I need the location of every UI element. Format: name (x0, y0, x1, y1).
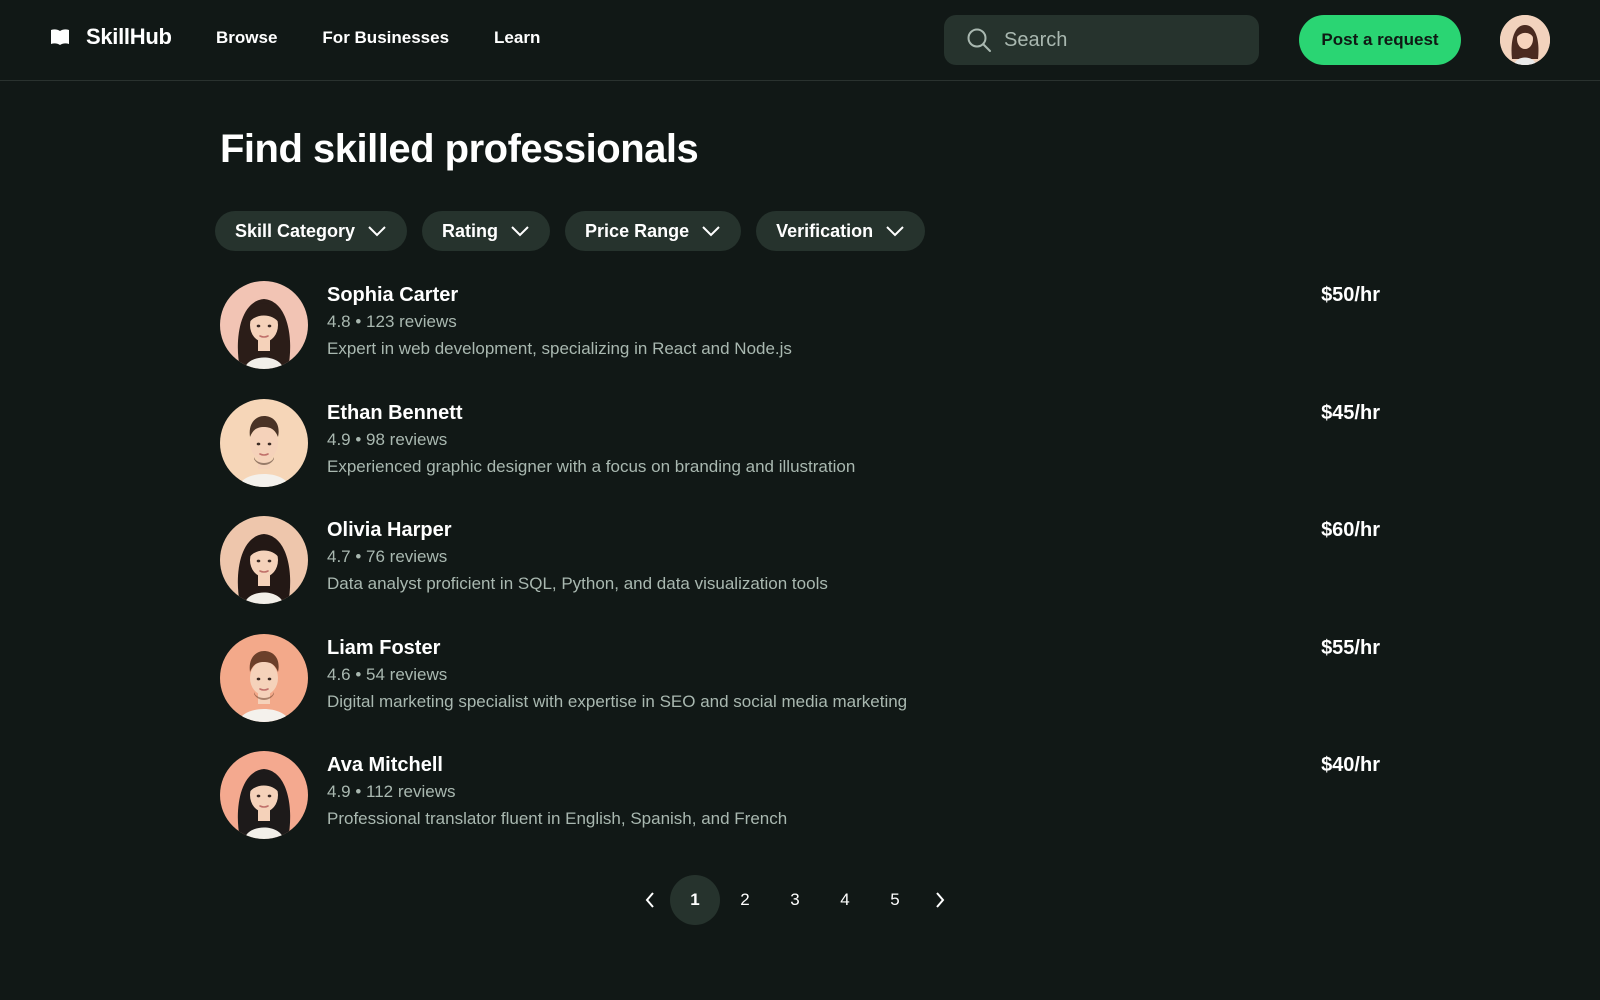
professional-name[interactable]: Liam Foster (327, 636, 907, 660)
page-title: Find skilled professionals (220, 127, 699, 171)
rating-reviews: 4.7 • 76 reviews (327, 547, 448, 566)
filter-label: Verification (776, 220, 874, 241)
page-5-button[interactable]: 5 (870, 875, 920, 925)
filter-skill-category[interactable]: Skill Category (215, 211, 408, 251)
professional-description: Experienced graphic designer with a focu… (327, 456, 856, 476)
filter-rating[interactable]: Rating (422, 211, 551, 251)
professional-info: Liam Foster 4.6 • 54 reviews Digital mar… (327, 636, 907, 713)
page-4-button[interactable]: 4 (820, 875, 870, 925)
page-3-button[interactable]: 3 (770, 875, 820, 925)
post-request-button[interactable]: Post a request (1299, 15, 1461, 65)
chevron-down-icon (886, 226, 904, 237)
professional-name[interactable]: Sophia Carter (327, 283, 792, 307)
search-box[interactable] (944, 15, 1259, 65)
page-2-button[interactable]: 2 (720, 875, 770, 925)
nav-for-businesses[interactable]: For Businesses (322, 28, 449, 48)
filter-verification[interactable]: Verification (756, 211, 926, 251)
professional-info: Ethan Bennett 4.9 • 98 reviews Experienc… (327, 401, 855, 478)
professional-description: Expert in web development, specializing … (327, 339, 792, 358)
hourly-rate: $50/hr (1321, 284, 1380, 306)
prev-page-button[interactable] (630, 875, 670, 925)
brand[interactable]: SkillHub (50, 24, 172, 50)
next-page-button[interactable] (920, 875, 960, 925)
professional-name[interactable]: Ava Mitchell (327, 753, 787, 777)
chevron-left-icon (645, 892, 654, 908)
chevron-down-icon (702, 226, 720, 237)
list-item[interactable]: Sophia Carter 4.8 • 123 reviews Expert i… (220, 281, 1380, 399)
chevron-down-icon (368, 226, 386, 237)
list-item[interactable]: Liam Foster 4.6 • 54 reviews Digital mar… (220, 633, 1380, 752)
professionals-list: Sophia Carter 4.8 • 123 reviews Expert i… (220, 281, 1380, 869)
avatar[interactable] (220, 281, 308, 369)
book-logo-icon (50, 27, 70, 47)
page-1-button[interactable]: 1 (670, 875, 720, 925)
avatar[interactable] (220, 516, 308, 604)
filter-bar: Skill Category Rating Price Range Verifi… (215, 211, 926, 251)
hourly-rate: $40/hr (1321, 754, 1380, 776)
professional-description: Digital marketing specialist with expert… (327, 691, 908, 711)
top-navigation-bar: SkillHub Browse For Businesses Learn Pos… (0, 0, 1600, 81)
avatar[interactable] (220, 633, 308, 722)
rating-reviews: 4.9 • 112 reviews (327, 782, 456, 801)
professional-info: Sophia Carter 4.8 • 123 reviews Expert i… (327, 283, 792, 360)
filter-price-range[interactable]: Price Range (565, 211, 742, 251)
avatar[interactable] (220, 398, 308, 487)
professional-description: Professional translator fluent in Englis… (327, 809, 788, 828)
user-avatar[interactable] (1500, 15, 1550, 65)
search-input[interactable] (1004, 28, 1234, 52)
brand-name: SkillHub (86, 24, 172, 49)
nav-learn[interactable]: Learn (494, 28, 540, 48)
pagination: 1 2 3 4 5 (630, 875, 960, 925)
filter-label: Rating (442, 220, 499, 241)
hourly-rate: $45/hr (1321, 401, 1380, 424)
professional-description: Data analyst proficient in SQL, Python, … (327, 574, 828, 593)
professional-info: Ava Mitchell 4.9 • 112 reviews Professio… (327, 753, 787, 830)
chevron-down-icon (511, 226, 529, 237)
filter-label: Skill Category (235, 220, 356, 241)
list-item[interactable]: Ethan Bennett 4.9 • 98 reviews Experienc… (220, 398, 1380, 517)
nav-browse[interactable]: Browse (216, 28, 277, 48)
hourly-rate: $55/hr (1321, 636, 1380, 659)
search-icon (966, 27, 992, 53)
list-item[interactable]: Ava Mitchell 4.9 • 112 reviews Professio… (220, 751, 1380, 869)
rating-reviews: 4.9 • 98 reviews (327, 429, 448, 449)
main-nav: Browse For Businesses Learn (216, 28, 540, 48)
rating-reviews: 4.8 • 123 reviews (327, 312, 457, 331)
professional-info: Olivia Harper 4.7 • 76 reviews Data anal… (327, 518, 828, 595)
chevron-right-icon (936, 892, 945, 908)
filter-label: Price Range (585, 220, 690, 241)
hourly-rate: $60/hr (1321, 519, 1380, 541)
rating-reviews: 4.6 • 54 reviews (327, 664, 448, 684)
professional-name[interactable]: Olivia Harper (327, 518, 828, 542)
avatar[interactable] (220, 751, 308, 839)
list-item[interactable]: Olivia Harper 4.7 • 76 reviews Data anal… (220, 516, 1380, 634)
professional-name[interactable]: Ethan Bennett (327, 401, 855, 425)
